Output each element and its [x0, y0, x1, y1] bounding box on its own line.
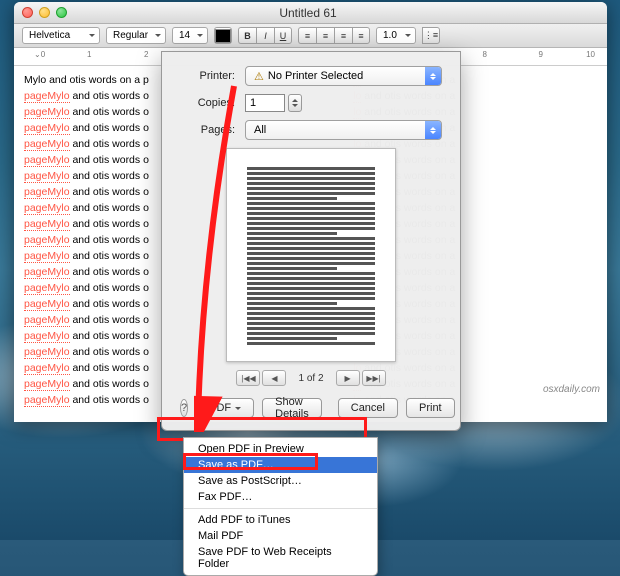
pdf-menu-button[interactable]: PDF: [196, 398, 254, 418]
show-details-button[interactable]: Show Details: [262, 398, 322, 418]
font-weight-select[interactable]: Regular: [106, 27, 166, 44]
underline-button[interactable]: U: [274, 27, 292, 44]
align-justify-button[interactable]: ≡: [352, 27, 370, 44]
menu-item[interactable]: Open PDF in Preview: [184, 441, 377, 457]
page-navigation: |◀◀ ◀ 1 of 2 ▶ ▶▶|: [180, 370, 442, 386]
menu-item[interactable]: Add PDF to iTunes: [184, 512, 377, 528]
print-dialog: Printer: ⚠ No Printer Selected Copies: P…: [161, 51, 461, 431]
menu-item[interactable]: Save as PostScript…: [184, 473, 377, 489]
menu-item[interactable]: Save as PDF…: [184, 457, 377, 473]
copies-stepper[interactable]: [288, 94, 302, 112]
pages-label: Pages:: [180, 124, 235, 136]
titlebar: Untitled 61: [14, 2, 607, 24]
copies-label: Copies:: [180, 97, 235, 109]
watermark: osxdaily.com: [543, 384, 600, 395]
cancel-button[interactable]: Cancel: [338, 398, 398, 418]
italic-button[interactable]: I: [256, 27, 274, 44]
menu-item[interactable]: Save PDF to Web Receipts Folder: [184, 544, 377, 572]
help-button[interactable]: ?: [180, 399, 188, 417]
align-right-button[interactable]: ≡: [334, 27, 352, 44]
pages-select[interactable]: All: [245, 120, 442, 140]
align-left-button[interactable]: ≡: [298, 27, 316, 44]
print-button[interactable]: Print: [406, 398, 455, 418]
bold-button[interactable]: B: [238, 27, 256, 44]
last-page-button[interactable]: ▶▶|: [362, 370, 386, 386]
warning-icon: ⚠: [254, 70, 264, 83]
align-center-button[interactable]: ≡: [316, 27, 334, 44]
prev-page-button[interactable]: ◀: [262, 370, 286, 386]
window-title: Untitled 61: [17, 6, 599, 20]
next-page-button[interactable]: ▶: [336, 370, 360, 386]
menu-item[interactable]: Mail PDF: [184, 528, 377, 544]
printer-select[interactable]: ⚠ No Printer Selected: [245, 66, 442, 86]
list-button[interactable]: ⋮≡: [422, 27, 440, 44]
copies-input[interactable]: [245, 94, 285, 112]
printer-label: Printer:: [180, 70, 235, 82]
pdf-dropdown-menu: Open PDF in PreviewSave as PDF…Save as P…: [183, 437, 378, 576]
font-size-select[interactable]: 14: [172, 27, 208, 44]
line-spacing-select[interactable]: 1.0: [376, 27, 416, 44]
color-picker-icon[interactable]: [214, 27, 232, 44]
format-toolbar: Helvetica Regular 14 B I U ≡ ≡ ≡ ≡ 1.0 ⋮…: [14, 24, 607, 48]
page-indicator: 1 of 2: [298, 373, 323, 384]
first-page-button[interactable]: |◀◀: [236, 370, 260, 386]
font-family-select[interactable]: Helvetica: [22, 27, 100, 44]
menu-item[interactable]: Fax PDF…: [184, 489, 377, 505]
print-preview: [226, 148, 396, 362]
